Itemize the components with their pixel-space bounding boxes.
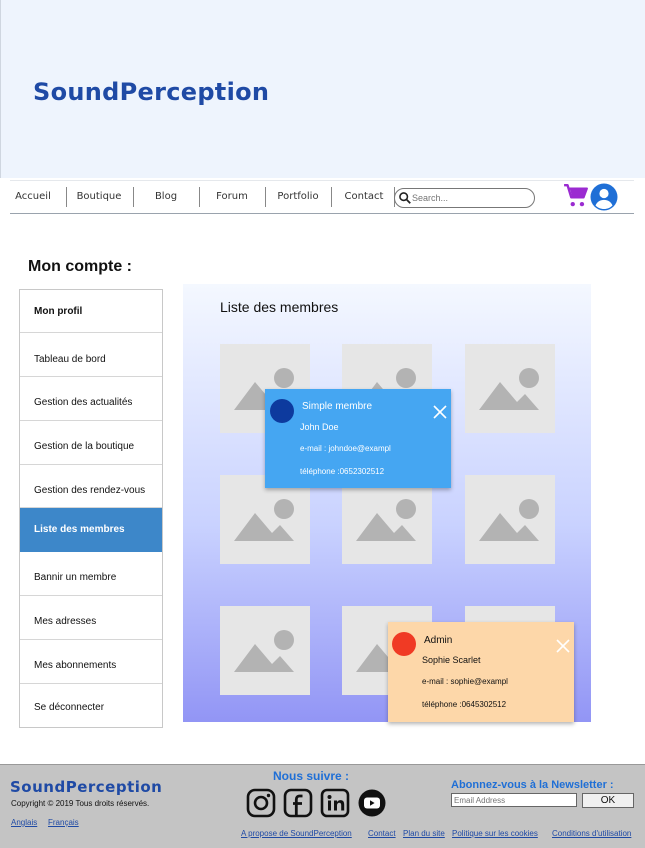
image-placeholder-icon <box>234 630 294 672</box>
avatar <box>270 399 294 423</box>
language-french-link[interactable]: Français <box>48 818 79 827</box>
member-thumbnail[interactable] <box>220 475 310 564</box>
newsletter-title: Abonnez-vous à la Newsletter : <box>451 779 614 791</box>
nav-divider <box>199 187 200 207</box>
members-title: Liste des membres <box>220 299 339 315</box>
search-box[interactable] <box>394 188 535 208</box>
follow-us-title: Nous suivre : <box>273 769 350 783</box>
newsletter-email-field[interactable] <box>451 793 577 807</box>
footer-logo[interactable]: SoundPerception <box>10 778 162 796</box>
account-menu: Mon profil Tableau de bord Gestion des a… <box>19 289 163 728</box>
menu-item-members-list[interactable]: Liste des membres <box>20 508 162 552</box>
close-icon[interactable] <box>433 405 447 419</box>
nav-contact[interactable]: Contact <box>341 189 387 211</box>
nav-blog[interactable]: Blog <box>143 189 189 211</box>
search-input[interactable] <box>412 191 530 205</box>
search-icon <box>399 192 411 204</box>
image-placeholder-icon <box>234 499 294 541</box>
member-popup-card: Admin Sophie Scarlet e-mail : sophie@exa… <box>388 622 574 722</box>
menu-item-news-management[interactable]: Gestion des actualités <box>20 377 162 421</box>
member-email: e-mail : sophie@exampl <box>422 677 508 686</box>
member-phone: téléphone :0645302512 <box>422 700 507 709</box>
avatar <box>392 632 416 656</box>
copyright-text: Copyright © 2019 Tous droits réservés. <box>11 799 150 808</box>
member-phone: téléphone :0652302512 <box>300 467 385 476</box>
member-thumbnail[interactable] <box>465 475 555 564</box>
member-thumbnail[interactable] <box>220 606 310 695</box>
user-account-icon[interactable] <box>590 183 618 211</box>
menu-item-addresses[interactable]: Mes adresses <box>20 596 162 640</box>
menu-item-appointments[interactable]: Gestion des rendez-vous <box>20 465 162 508</box>
nav-divider <box>66 187 67 207</box>
nav-shop[interactable]: Boutique <box>76 189 122 211</box>
nav-divider <box>331 187 332 207</box>
main-nav: Accueil Boutique Blog Forum Portfolio Co… <box>10 180 634 214</box>
member-name: Sophie Scarlet <box>422 655 481 665</box>
instagram-icon[interactable] <box>246 788 276 818</box>
close-icon[interactable] <box>556 639 570 653</box>
cart-icon[interactable] <box>563 183 589 209</box>
member-name: John Doe <box>300 422 339 432</box>
menu-item-dashboard[interactable]: Tableau de bord <box>20 333 162 377</box>
footer-link-sitemap[interactable]: Plan du site <box>403 829 445 838</box>
member-role: Admin <box>424 635 453 646</box>
member-thumbnail[interactable] <box>342 475 432 564</box>
member-role: Simple membre <box>302 401 373 412</box>
image-placeholder-icon <box>479 368 539 410</box>
site-logo[interactable]: SoundPerception <box>33 78 269 106</box>
menu-item-subscriptions[interactable]: Mes abonnements <box>20 640 162 684</box>
member-email: e-mail : johndoe@exampl <box>300 444 391 453</box>
facebook-icon[interactable] <box>283 788 313 818</box>
menu-item-ban-member[interactable]: Bannir un membre <box>20 552 162 596</box>
menu-item-profile[interactable]: Mon profil <box>20 290 162 333</box>
nav-divider <box>133 187 134 207</box>
image-placeholder-icon <box>479 499 539 541</box>
footer-link-about[interactable]: A propose de SoundPerception <box>241 829 352 838</box>
member-popup-card: Simple membre John Doe e-mail : johndoe@… <box>265 389 451 488</box>
footer-link-contact[interactable]: Contact <box>368 829 396 838</box>
footer-link-terms[interactable]: Conditions d'utilisation <box>552 829 631 838</box>
newsletter-submit-button[interactable]: OK <box>582 793 634 808</box>
nav-portfolio[interactable]: Portfolio <box>273 189 323 211</box>
member-thumbnail[interactable] <box>465 344 555 433</box>
menu-item-logout[interactable]: Se déconnecter <box>20 684 162 727</box>
image-placeholder-icon <box>356 499 416 541</box>
nav-divider <box>265 187 266 207</box>
youtube-icon[interactable] <box>357 788 387 818</box>
linkedin-icon[interactable] <box>320 788 350 818</box>
language-english-link[interactable]: Anglais <box>11 818 37 827</box>
nav-home[interactable]: Accueil <box>10 189 56 211</box>
nav-forum[interactable]: Forum <box>209 189 255 211</box>
footer-link-cookies[interactable]: Politique sur les cookies <box>452 829 538 838</box>
account-title: Mon compte : <box>28 258 132 275</box>
menu-item-shop-management[interactable]: Gestion de la boutique <box>20 421 162 465</box>
